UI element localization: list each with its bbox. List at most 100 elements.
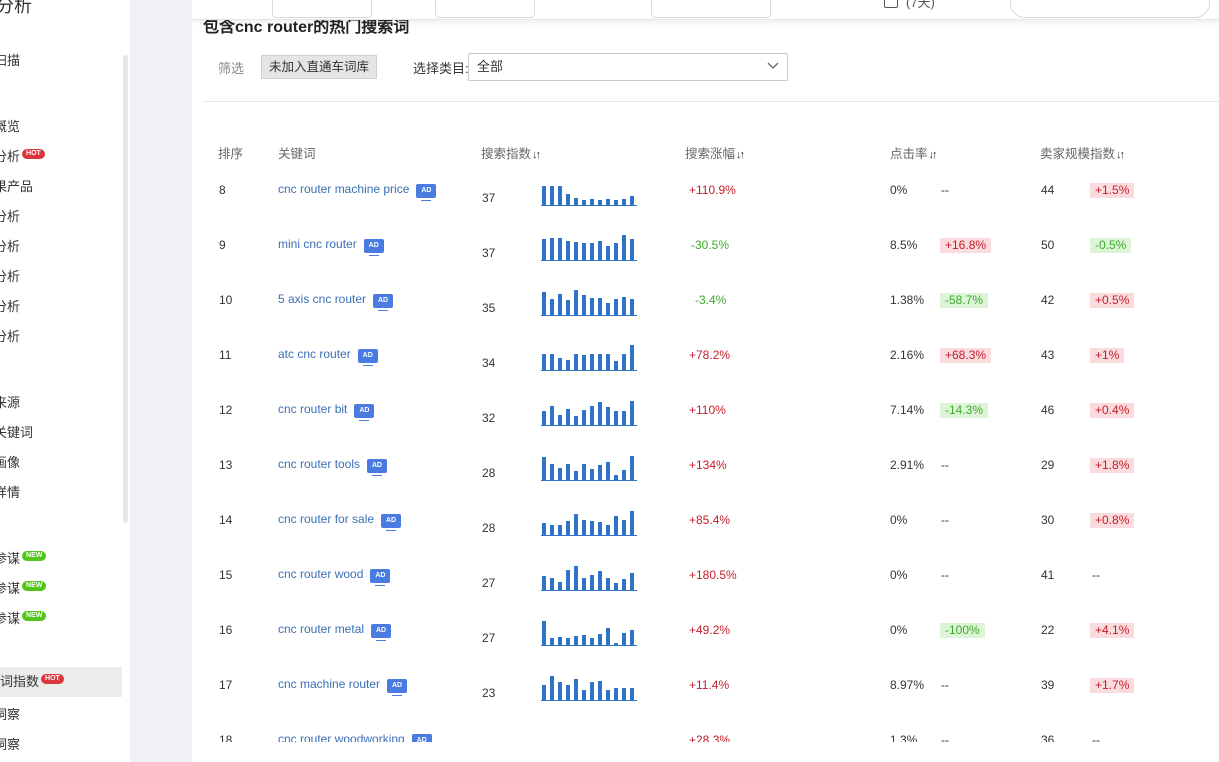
keyword-link[interactable]: cnc machine router AD <box>278 677 408 696</box>
header-search-growth[interactable]: 搜索涨幅↓↑ <box>685 143 745 162</box>
sidebar-item[interactable]: 画像 <box>0 452 20 471</box>
sparkline-baseline <box>541 370 637 371</box>
ctr-change: -- <box>941 183 949 197</box>
sidebar-item[interactable]: 扫描 <box>0 50 20 69</box>
sidebar: 分析 扫描 概览 分析 HOT 果产品 分析 分析 分析 分析 分析 来源 关键词 画像 详情 参谋 NEW 参… <box>0 0 130 762</box>
keyword-link[interactable]: mini cnc router AD <box>278 237 384 256</box>
ad-icon[interactable]: AD <box>357 349 378 366</box>
header-search-index[interactable]: 搜索指数↓↑ <box>481 143 541 162</box>
calendar-icon[interactable] <box>884 0 898 8</box>
sparkline-bar <box>598 634 602 645</box>
sidebar-item[interactable]: 洞察 <box>0 704 20 723</box>
ad-icon[interactable]: AD <box>416 184 437 201</box>
search-growth-value: +49.2% <box>689 623 731 637</box>
keyword-link[interactable]: 5 axis cnc router AD <box>278 292 394 311</box>
keyword-link[interactable]: cnc router tools AD <box>278 457 388 476</box>
keyword-text: cnc router woodworking <box>278 732 405 742</box>
sidebar-item[interactable]: 分析 <box>0 296 20 315</box>
sparkline-bar <box>582 635 586 645</box>
toolbar-select-3[interactable] <box>651 0 771 18</box>
search-trend-sparkline <box>541 180 639 206</box>
sidebar-item-label: 分析 <box>0 149 21 164</box>
table-row: 13 cnc router tools AD 28 +134% 2.91% -- 29 +1.8… <box>192 445 1219 500</box>
sort-icon[interactable]: ↓↑ <box>532 149 541 161</box>
sparkline-bar <box>630 573 634 590</box>
sidebar-item-label: 画像 <box>0 455 21 470</box>
sparkline-bar <box>606 690 610 700</box>
keyword-link[interactable]: cnc router bit AD <box>278 402 375 421</box>
header-keyword: 关键词 <box>278 147 316 161</box>
new-badge: NEW <box>22 611 47 621</box>
ctr-value: 7.14% <box>890 403 925 417</box>
sparkline-bar <box>598 465 602 480</box>
sparkline-baseline <box>541 590 637 591</box>
category-select[interactable]: 全部 <box>468 53 788 81</box>
sparkline-bar <box>582 578 586 590</box>
rank-cell: 17 <box>219 678 233 692</box>
ad-icon[interactable]: AD <box>354 404 375 421</box>
sidebar-item[interactable]: 分析 <box>0 266 20 285</box>
sparkline-bar <box>590 682 594 700</box>
sort-icon[interactable]: ↓↑ <box>736 149 745 161</box>
seller-index-change: +0.4% <box>1090 403 1135 418</box>
keyword-link[interactable]: atc cnc router AD <box>278 347 378 366</box>
keyword-link[interactable]: cnc router woodworking AD <box>278 732 432 742</box>
keyword-link[interactable]: cnc router wood AD <box>278 567 391 586</box>
ad-icon[interactable]: AD <box>370 569 391 586</box>
keyword-link[interactable]: cnc router metal AD <box>278 622 392 641</box>
search-trend-sparkline <box>541 345 639 371</box>
ad-icon[interactable]: AD <box>373 294 394 311</box>
toolbar-select-1[interactable] <box>272 0 372 18</box>
seller-index-change: +1.5% <box>1090 183 1135 198</box>
sort-icon[interactable]: ↓↑ <box>1116 149 1125 161</box>
ad-icon[interactable]: AD <box>367 459 388 476</box>
toolbar-select-2[interactable] <box>435 0 535 18</box>
seller-index-value: 30 <box>1041 513 1055 527</box>
sidebar-item[interactable]: 概览 <box>0 116 20 135</box>
seller-index-change: +1.8% <box>1090 458 1135 473</box>
ad-icon[interactable]: AD <box>381 514 402 531</box>
sidebar-item[interactable]: 来源 <box>0 392 20 411</box>
hot-badge: HOT <box>41 674 64 684</box>
sidebar-item[interactable]: 词指数 HOT <box>0 667 122 697</box>
search-growth-value: -3.4% <box>695 293 727 307</box>
not-in-library-filter-button[interactable]: 未加入直通车词库 <box>261 55 377 79</box>
sparkline-bar <box>614 243 618 260</box>
sparkline-bar <box>630 456 634 480</box>
sidebar-item[interactable]: 详情 <box>0 482 20 501</box>
sparkline-bar <box>590 638 594 645</box>
new-badge: NEW <box>22 551 47 561</box>
ad-icon[interactable]: AD <box>363 239 384 256</box>
ad-icon[interactable]: AD <box>371 624 392 641</box>
sidebar-item[interactable]: 参谋 NEW <box>0 608 47 627</box>
sidebar-item[interactable]: 分析 HOT <box>0 146 45 165</box>
header-seller-index[interactable]: 卖家规模指数↓↑ <box>1040 143 1125 162</box>
search-input[interactable] <box>1010 0 1210 18</box>
table-row: 9 mini cnc router AD 37 -30.5% 8.5% +16.8% 50 -0… <box>192 225 1219 280</box>
sidebar-item[interactable]: 分析 <box>0 236 20 255</box>
sidebar-item[interactable]: 参谋 NEW <box>0 578 47 597</box>
keyword-link[interactable]: cnc router machine price AD <box>278 182 437 201</box>
sidebar-scrollbar[interactable] <box>123 55 128 523</box>
table-row: 15 cnc router wood AD 27 +180.5% 0% -- 41 -- <box>192 555 1219 610</box>
header-ctr[interactable]: 点击率↓↑ <box>890 143 938 162</box>
sidebar-item[interactable]: 参谋 NEW <box>0 548 47 567</box>
search-growth-value: +85.4% <box>689 513 731 527</box>
seller-index-value: 39 <box>1041 678 1055 692</box>
ad-icon[interactable]: AD <box>387 679 408 696</box>
sidebar-item[interactable]: 洞察 <box>0 734 20 753</box>
sort-icon[interactable]: ↓↑ <box>929 149 938 161</box>
sparkline-bar <box>598 298 602 315</box>
sidebar-item[interactable]: 果产品 <box>0 176 33 195</box>
sparkline-bar <box>590 575 594 590</box>
sparkline-bar <box>622 411 626 425</box>
sparkline-bar <box>606 628 610 645</box>
sparkline-bar <box>566 464 570 480</box>
keyword-link[interactable]: cnc router for sale AD <box>278 512 402 531</box>
header-rank: 排序 <box>218 147 244 161</box>
sidebar-item[interactable]: 关键词 <box>0 422 33 441</box>
ctr-value: 1.3% <box>890 733 918 742</box>
sidebar-item[interactable]: 分析 <box>0 326 20 345</box>
sidebar-item[interactable]: 分析 <box>0 206 20 225</box>
ad-icon[interactable]: AD <box>411 734 432 742</box>
